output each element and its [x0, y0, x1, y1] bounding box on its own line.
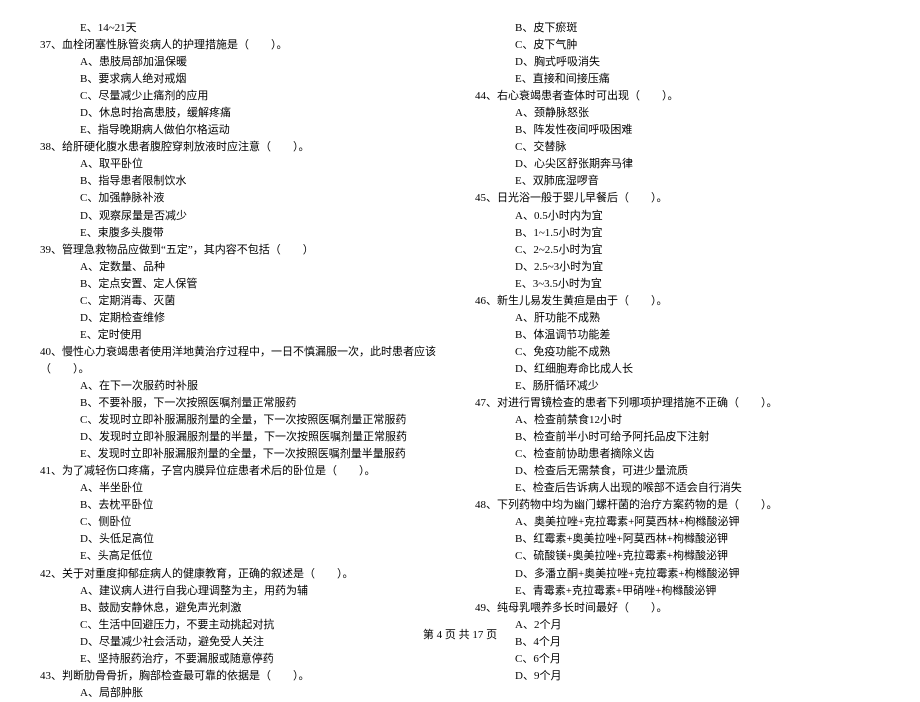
option: E、青霉素+克拉霉素+甲硝唑+枸橼酸泌钾: [475, 583, 880, 600]
option: B、1~1.5小时为宜: [475, 225, 880, 242]
option: E、束腹多头腹带: [40, 225, 445, 242]
option: E、发现时立即补服漏服剂量的全量，下一次按照医嘱剂量半量服药: [40, 446, 445, 463]
question-47: 47、对进行胃镜检查的患者下列哪项护理措施不正确（ ）。: [475, 395, 880, 412]
option: C、交替脉: [475, 139, 880, 156]
option: E、坚持服药治疗，不要漏服或随意停药: [40, 651, 445, 668]
option: E、检查后告诉病人出现的喉部不适会自行消失: [475, 480, 880, 497]
option: B、要求病人绝对戒烟: [40, 71, 445, 88]
question-40: 40、慢性心力衰竭患者使用洋地黄治疗过程中，一日不慎漏服一次，此时患者应该（ ）…: [40, 344, 445, 378]
option: A、检查前禁食12小时: [475, 412, 880, 429]
option: D、多潘立酮+奥美拉唑+克拉霉素+枸橼酸泌钾: [475, 566, 880, 583]
option: D、观察尿量是否减少: [40, 208, 445, 225]
option: D、头低足高位: [40, 531, 445, 548]
option: C、加强静脉补液: [40, 190, 445, 207]
option: A、建议病人进行自我心理调整为主，用药为辅: [40, 583, 445, 600]
option: A、肝功能不成熟: [475, 310, 880, 327]
left-column: E、14~21天 37、血栓闭塞性脉管炎病人的护理措施是（ ）。 A、患肢局部加…: [40, 20, 445, 702]
option: D、红细胞寿命比成人长: [475, 361, 880, 378]
question-43: 43、判断肋骨骨折，胸部检查最可靠的依据是（ ）。: [40, 668, 445, 685]
option: E、头高足低位: [40, 548, 445, 565]
option: D、定期检查维修: [40, 310, 445, 327]
option: E、肠肝循环减少: [475, 378, 880, 395]
question-45: 45、日光浴一般于婴儿早餐后（ ）。: [475, 190, 880, 207]
option: B、去枕平卧位: [40, 497, 445, 514]
option: E、14~21天: [40, 20, 445, 37]
question-42: 42、关于对重度抑郁症病人的健康教育，正确的叙述是（ ）。: [40, 566, 445, 583]
option: D、发现时立即补服漏服剂量的半量，下一次按照医嘱剂量正常服药: [40, 429, 445, 446]
option: E、指导晚期病人做伯尔格运动: [40, 122, 445, 139]
question-44: 44、右心衰竭患者查体时可出现（ ）。: [475, 88, 880, 105]
option: C、6个月: [475, 651, 880, 668]
option: B、鼓励安静休息，避免声光刺激: [40, 600, 445, 617]
option: A、取平卧位: [40, 156, 445, 173]
option: A、颈静脉怒张: [475, 105, 880, 122]
question-49: 49、纯母乳喂养多长时间最好（ ）。: [475, 600, 880, 617]
question-46: 46、新生儿易发生黄疸是由于（ ）。: [475, 293, 880, 310]
question-41: 41、为了减轻伤口疼痛，子宫内膜异位症患者术后的卧位是（ ）。: [40, 463, 445, 480]
option: A、在下一次服药时补服: [40, 378, 445, 395]
right-column: B、皮下瘀斑 C、皮下气肿 D、胸式呼吸消失 E、直接和间接压痛 44、右心衰竭…: [475, 20, 880, 702]
option: B、阵发性夜间呼吸困难: [475, 122, 880, 139]
option: B、体温调节功能差: [475, 327, 880, 344]
page-footer: 第 4 页 共 17 页: [0, 626, 920, 642]
option: C、侧卧位: [40, 514, 445, 531]
option: D、心尖区舒张期奔马律: [475, 156, 880, 173]
option: C、皮下气肿: [475, 37, 880, 54]
option: B、检查前半小时可给予阿托品皮下注射: [475, 429, 880, 446]
option: A、定数量、品种: [40, 259, 445, 276]
option: D、2.5~3小时为宜: [475, 259, 880, 276]
option: A、患肢局部加温保暖: [40, 54, 445, 71]
option: B、皮下瘀斑: [475, 20, 880, 37]
option: C、硫酸镁+奥美拉唑+克拉霉素+枸橼酸泌钾: [475, 548, 880, 565]
option: A、奥美拉唑+克拉霉素+阿莫西林+枸橼酸泌钾: [475, 514, 880, 531]
option: D、休息时抬高患肢，缓解疼痛: [40, 105, 445, 122]
option: D、胸式呼吸消失: [475, 54, 880, 71]
question-39: 39、管理急救物品应做到“五定”，其内容不包括（ ）: [40, 242, 445, 259]
option: E、3~3.5小时为宜: [475, 276, 880, 293]
question-48: 48、下列药物中均为幽门螺杆菌的治疗方案药物的是（ ）。: [475, 497, 880, 514]
option: D、检查后无需禁食，可进少量流质: [475, 463, 880, 480]
option: C、尽量减少止痛剂的应用: [40, 88, 445, 105]
option: C、检查前协助患者摘除义齿: [475, 446, 880, 463]
option: B、红霉素+奥美拉唑+阿莫西林+枸橼酸泌钾: [475, 531, 880, 548]
option: E、双肺底湿啰音: [475, 173, 880, 190]
option: E、定时使用: [40, 327, 445, 344]
option: A、局部肿胀: [40, 685, 445, 702]
option: B、指导患者限制饮水: [40, 173, 445, 190]
option: C、发现时立即补服漏服剂量的全量，下一次按照医嘱剂量正常服药: [40, 412, 445, 429]
option: B、定点安置、定人保管: [40, 276, 445, 293]
question-37: 37、血栓闭塞性脉管炎病人的护理措施是（ ）。: [40, 37, 445, 54]
question-38: 38、给肝硬化腹水患者腹腔穿刺放液时应注意（ ）。: [40, 139, 445, 156]
option: E、直接和间接压痛: [475, 71, 880, 88]
page-content: E、14~21天 37、血栓闭塞性脉管炎病人的护理措施是（ ）。 A、患肢局部加…: [0, 0, 920, 702]
option: D、9个月: [475, 668, 880, 685]
option: C、免疫功能不成熟: [475, 344, 880, 361]
option: A、半坐卧位: [40, 480, 445, 497]
option: B、不要补服，下一次按照医嘱剂量正常服药: [40, 395, 445, 412]
option: C、定期消毒、灭菌: [40, 293, 445, 310]
option: C、2~2.5小时为宜: [475, 242, 880, 259]
option: A、0.5小时内为宜: [475, 208, 880, 225]
